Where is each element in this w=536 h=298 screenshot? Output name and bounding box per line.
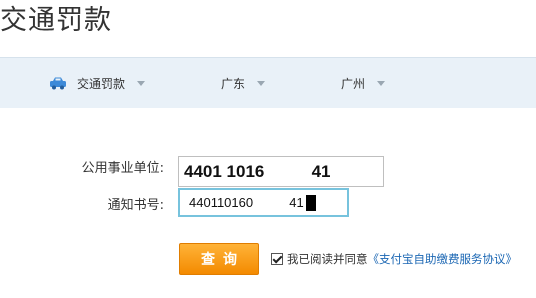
agreement-link[interactable]: 《支付宝自助缴费服务协议》 bbox=[368, 251, 518, 267]
region-selector-bar: 交通罚款 广东 广州 bbox=[0, 57, 536, 108]
agreement-row: 我已阅读并同意 《支付宝自助缴费服务协议》 bbox=[271, 251, 517, 267]
city-label: 广州 bbox=[341, 76, 366, 91]
query-button[interactable]: 查询 bbox=[179, 243, 259, 275]
category-dropdown[interactable]: 交通罚款 bbox=[49, 58, 146, 108]
city-dropdown[interactable]: 广州 bbox=[341, 58, 386, 108]
car-icon bbox=[49, 76, 67, 90]
org-input-value: 4401 1016 41 bbox=[184, 161, 331, 181]
chevron-down-icon bbox=[377, 80, 386, 86]
org-field-label: 公用事业单位: bbox=[81, 161, 164, 176]
province-label: 广东 bbox=[221, 76, 246, 91]
page-title: 交通罚款 bbox=[0, 5, 112, 36]
agree-checkbox[interactable] bbox=[271, 253, 283, 265]
chevron-down-icon bbox=[137, 80, 146, 86]
agree-text: 我已阅读并同意 bbox=[287, 252, 368, 266]
category-label: 交通罚款 bbox=[77, 76, 126, 91]
notice-number-input[interactable]: 440110160 41 bbox=[178, 188, 349, 217]
text-cursor bbox=[305, 194, 316, 211]
chevron-down-icon bbox=[257, 80, 266, 86]
notice-input-value: 440110160 41 bbox=[189, 195, 304, 210]
org-input[interactable]: 4401 1016 41 bbox=[178, 156, 384, 187]
notice-field-label: 通知书号: bbox=[107, 198, 164, 213]
province-dropdown[interactable]: 广东 bbox=[221, 58, 266, 108]
